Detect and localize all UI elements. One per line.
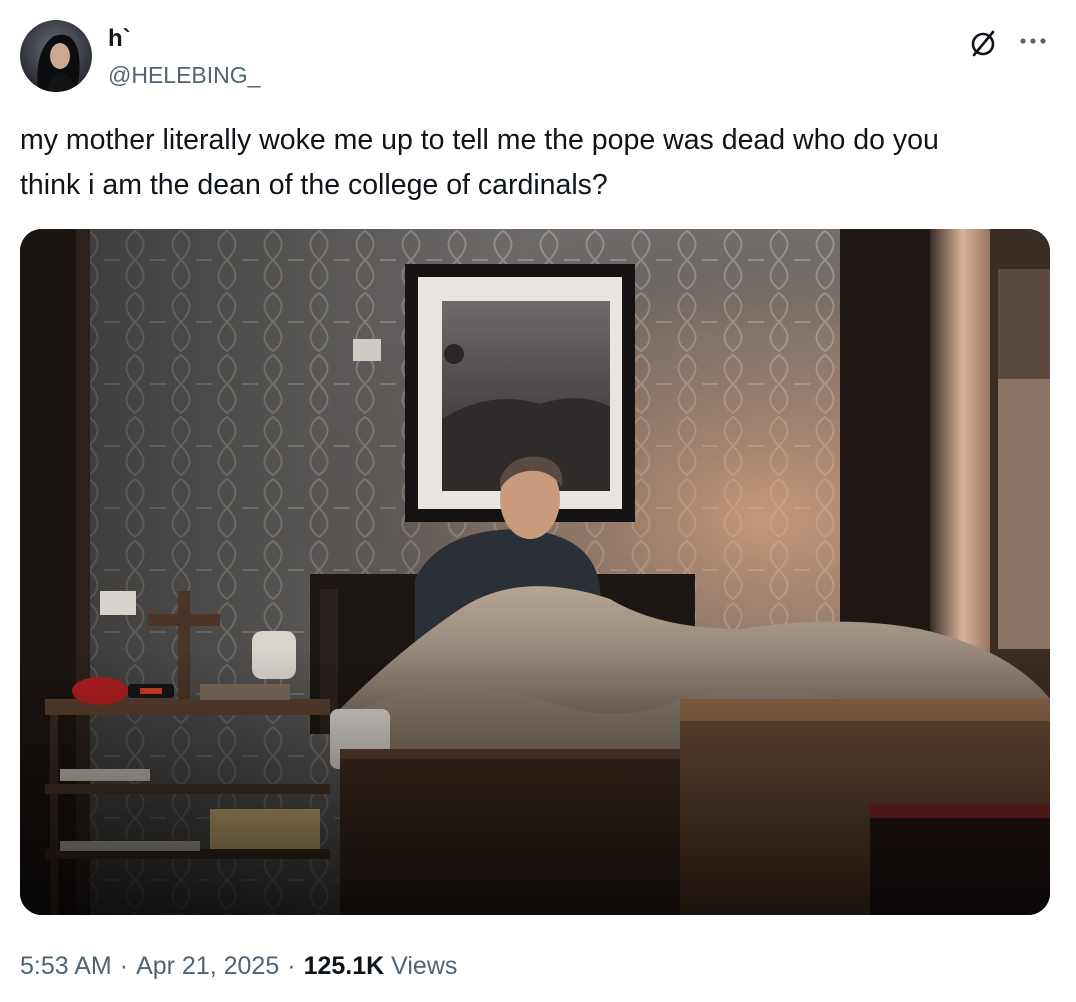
more-options-icon[interactable] [1016,28,1050,56]
meta-separator: · [119,952,129,980]
tweet-text: my mother literally woke me up to tell m… [20,124,939,201]
views-count: 125.1K [303,952,385,980]
tweet-date[interactable]: Apr 21, 2025 [136,952,279,980]
tweet-image[interactable] [20,229,1050,915]
views-label: Views [391,952,458,980]
author-avatar[interactable] [20,20,92,92]
author-display-name[interactable]: h` [108,24,131,54]
grok-icon[interactable] [966,26,1000,60]
meta-separator: · [287,952,296,980]
tweet-time[interactable]: 5:53 AM [20,952,112,980]
author-handle[interactable]: @HELEBING_ [108,60,260,90]
tweet-meta: 5:53 AM · Apr 21, 2025 · 125.1K Views [20,948,457,984]
